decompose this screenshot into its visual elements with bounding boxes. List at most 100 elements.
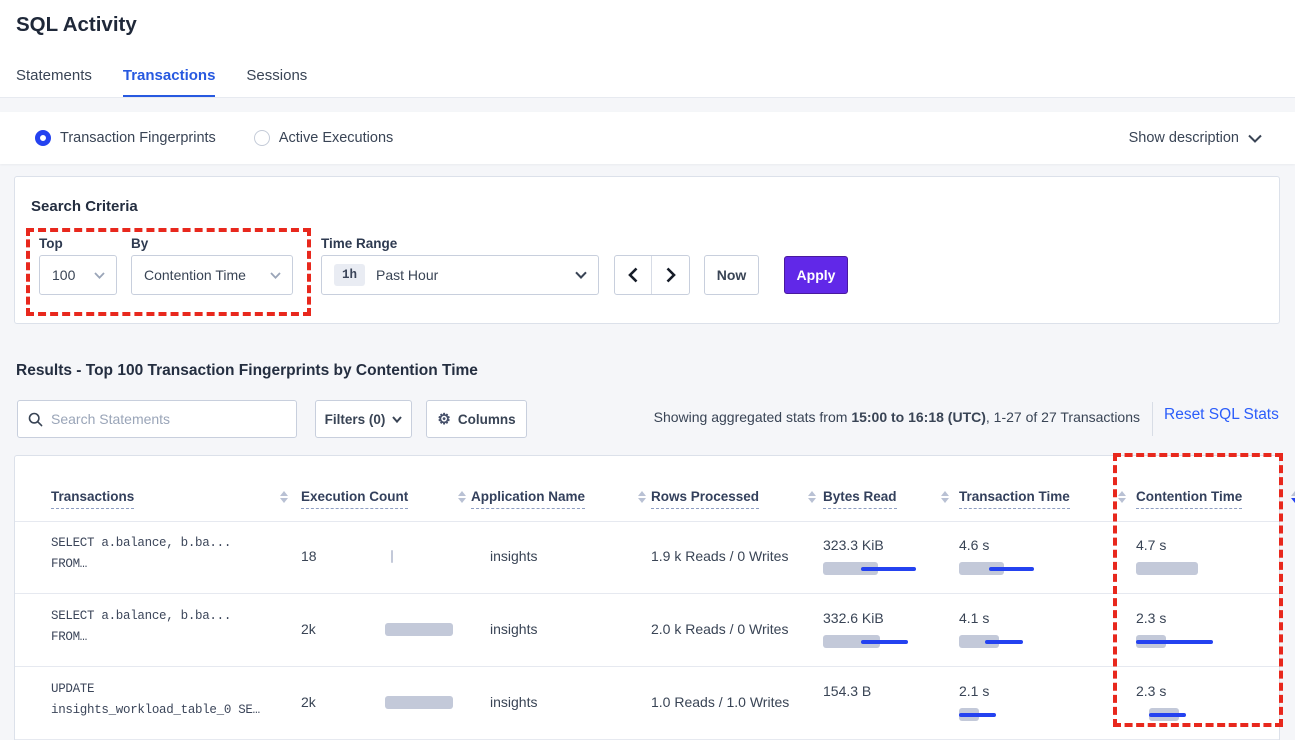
tab-sessions[interactable]: Sessions: [246, 67, 307, 97]
bytes-read-value: 154.3 B: [823, 683, 871, 699]
column-header-transaction-time: Transaction Time: [959, 456, 1126, 521]
column-header-bytes-read: Bytes Read: [823, 456, 949, 521]
transaction-time-value: 4.1 s: [959, 610, 989, 626]
now-button[interactable]: Now: [704, 255, 759, 295]
sort-icon-active-desc[interactable]: [1291, 491, 1295, 509]
time-range-label: Time Range: [321, 236, 397, 251]
chevron-down-icon: [94, 272, 105, 279]
column-header-contention-time: Contention Time: [1136, 456, 1295, 521]
rows-processed-value: 1.0 Reads / 1.0 Writes: [651, 694, 789, 710]
application-name-value: insights: [490, 548, 537, 564]
table-row[interactable]: UPDATE insights_workload_table_0 SE… 2k …: [15, 667, 1279, 740]
chevron-down-icon: [270, 272, 281, 279]
filters-button[interactable]: Filters (0): [315, 400, 412, 438]
column-header-application-name: Application Name: [471, 456, 646, 521]
show-description-toggle[interactable]: Show description: [1129, 112, 1262, 164]
results-heading: Results - Top 100 Transaction Fingerprin…: [16, 362, 478, 380]
sort-icon[interactable]: [458, 491, 466, 509]
reset-sql-stats-link[interactable]: Reset SQL Stats: [1164, 406, 1279, 424]
search-statements-input[interactable]: [51, 411, 286, 427]
search-statements-box: [17, 400, 297, 438]
show-description-label: Show description: [1129, 130, 1239, 146]
radio-transaction-fingerprints[interactable]: Transaction Fingerprints: [35, 130, 216, 146]
column-label[interactable]: Application Name: [471, 489, 585, 509]
top-select-value: 100: [52, 267, 75, 283]
application-name-value: insights: [490, 694, 537, 710]
column-label[interactable]: Execution Count: [301, 489, 408, 509]
by-label: By: [131, 236, 148, 251]
column-label[interactable]: Transaction Time: [959, 489, 1070, 509]
transaction-time-value: 2.1 s: [959, 683, 989, 699]
transaction-time-bar: [959, 562, 1119, 576]
contention-time-value: 2.3 s: [1136, 683, 1166, 699]
table-row[interactable]: SELECT a.balance, b.ba... FROM… 18 insig…: [15, 521, 1279, 594]
time-range-badge: 1h: [334, 264, 365, 286]
rows-processed-value: 2.0 k Reads / 0 Writes: [651, 621, 788, 637]
columns-button[interactable]: ⚙ Columns: [426, 400, 527, 438]
contention-time-bar: [1136, 562, 1295, 576]
tab-transactions[interactable]: Transactions: [123, 67, 216, 97]
sort-icon[interactable]: [941, 491, 949, 509]
column-label[interactable]: Rows Processed: [651, 489, 759, 509]
radio-selected-icon: [35, 130, 51, 146]
top-select[interactable]: 100: [39, 255, 117, 295]
time-nav-group: [614, 255, 690, 295]
filters-label: Filters (0): [325, 412, 386, 427]
by-select-value: Contention Time: [144, 267, 246, 283]
radio-unselected-icon: [254, 130, 270, 146]
column-header-transactions: Transactions: [51, 456, 288, 521]
sort-icon[interactable]: [1118, 491, 1126, 509]
chevron-right-icon: [666, 267, 676, 283]
column-label[interactable]: Transactions: [51, 489, 134, 509]
time-range-select[interactable]: 1h Past Hour: [321, 255, 599, 295]
radio-active-executions[interactable]: Active Executions: [254, 130, 393, 146]
tab-statements[interactable]: Statements: [16, 67, 92, 97]
transaction-time-bar: [959, 635, 1119, 649]
toolbar-divider: [1152, 402, 1153, 436]
page-title: SQL Activity: [16, 13, 137, 37]
column-label[interactable]: Bytes Read: [823, 489, 897, 509]
prev-time-button[interactable]: [615, 256, 652, 294]
contention-time-value: 4.7 s: [1136, 537, 1166, 553]
sql-activity-page: SQL Activity Statements Transactions Ses…: [0, 0, 1295, 740]
execution-count-bar: [301, 623, 461, 637]
transaction-fingerprint-link[interactable]: UPDATE insights_workload_table_0 SE…: [51, 682, 260, 717]
column-header-execution-count: Execution Count: [301, 456, 466, 521]
execution-count-bar: [301, 550, 461, 564]
search-criteria-heading: Search Criteria: [31, 198, 138, 215]
tab-bar: Statements Transactions Sessions: [16, 67, 307, 97]
columns-label: Columns: [458, 412, 516, 427]
chevron-down-icon: [1248, 134, 1262, 143]
column-label[interactable]: Contention Time: [1136, 489, 1242, 509]
radio-label: Active Executions: [279, 130, 393, 146]
chevron-down-icon: [392, 416, 402, 423]
radio-label: Transaction Fingerprints: [60, 130, 216, 146]
chevron-down-icon: [575, 271, 587, 279]
application-name-value: insights: [490, 621, 537, 637]
search-criteria-card: Search Criteria Top 100 By Contention Ti…: [14, 176, 1280, 324]
next-time-button[interactable]: [652, 256, 689, 294]
bytes-read-value: 332.6 KiB: [823, 610, 884, 626]
transaction-fingerprint-link[interactable]: SELECT a.balance, b.ba... FROM…: [51, 609, 231, 644]
stats-suffix: , 1-27 of 27 Transactions: [986, 409, 1140, 425]
transactions-table: Transactions Execution Count Application…: [14, 455, 1280, 740]
transaction-fingerprint-link[interactable]: SELECT a.balance, b.ba... FROM…: [51, 536, 231, 571]
contention-time-bar: [1136, 635, 1295, 649]
apply-button[interactable]: Apply: [784, 256, 848, 294]
by-select[interactable]: Contention Time: [131, 255, 293, 295]
gear-icon: ⚙: [437, 410, 450, 428]
contention-time-bar: [1136, 708, 1295, 722]
sort-icon[interactable]: [808, 491, 816, 509]
bytes-read-value: 323.3 KiB: [823, 537, 884, 553]
aggregated-stats-text: Showing aggregated stats from 15:00 to 1…: [654, 409, 1140, 425]
page-header: SQL Activity Statements Transactions Ses…: [0, 0, 1295, 98]
rows-processed-value: 1.9 k Reads / 0 Writes: [651, 548, 788, 564]
sort-icon[interactable]: [638, 491, 646, 509]
sort-icon[interactable]: [280, 491, 288, 509]
execution-count-bar: [301, 696, 461, 710]
table-row[interactable]: SELECT a.balance, b.ba... FROM… 2k insig…: [15, 594, 1279, 667]
transaction-time-value: 4.6 s: [959, 537, 989, 553]
time-range-value: Past Hour: [376, 267, 438, 283]
top-label: Top: [39, 236, 63, 251]
column-header-rows-processed: Rows Processed: [651, 456, 816, 521]
